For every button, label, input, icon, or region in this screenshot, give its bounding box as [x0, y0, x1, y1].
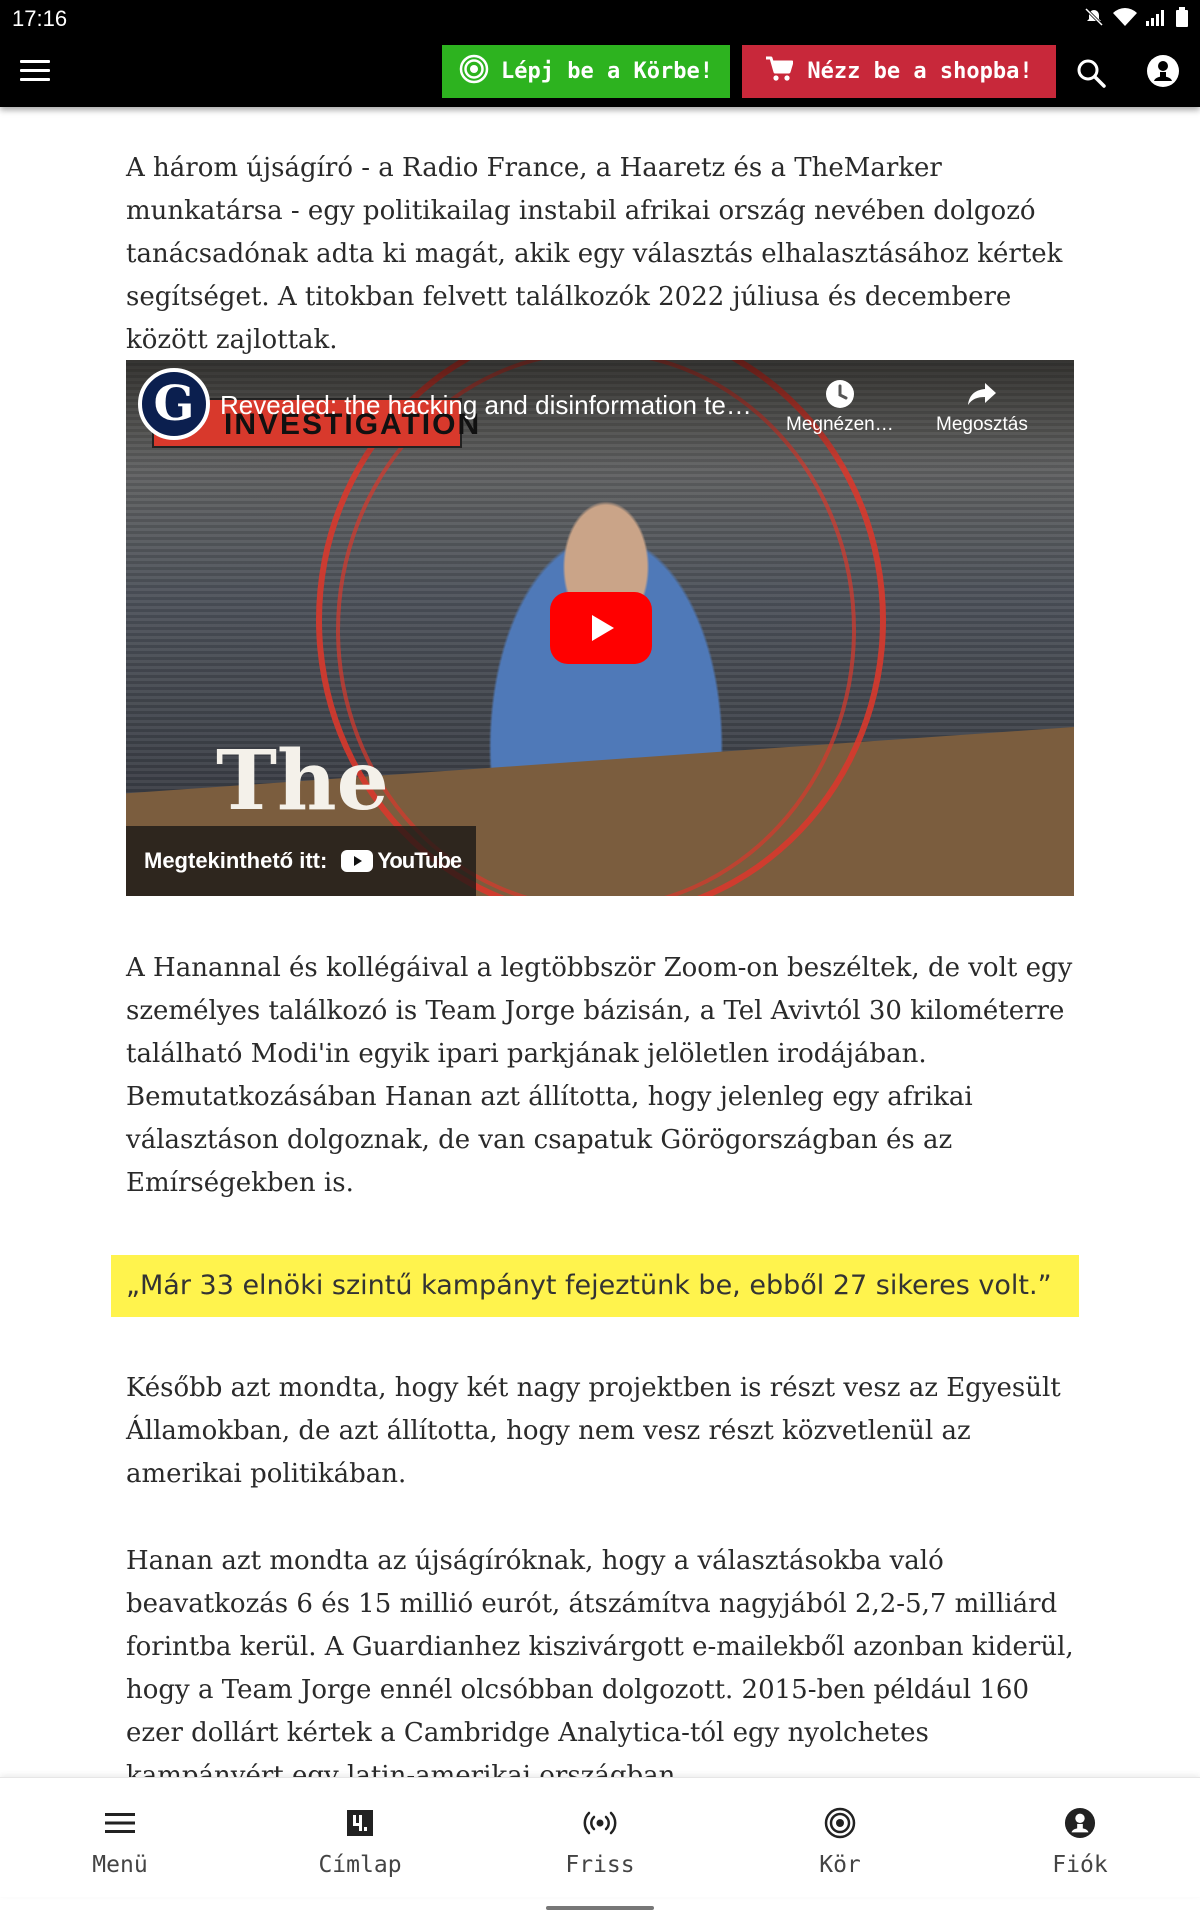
target-icon — [823, 1806, 857, 1840]
bottom-navigation: Menü Címlap Friss Kör Fiók — [0, 1777, 1200, 1897]
search-icon[interactable] — [1075, 57, 1107, 89]
korbe-login-button[interactable]: Lépj be a Körbe! — [442, 45, 730, 98]
account-icon — [1063, 1806, 1097, 1840]
pull-quote: „Már 33 elnöki szintű kampányt fejeztünk… — [111, 1255, 1079, 1317]
menu-hamburger-icon[interactable] — [20, 60, 50, 82]
nav-item-menu[interactable]: Menü — [0, 1778, 240, 1897]
share-icon — [966, 378, 998, 410]
nav-item-latest[interactable]: Friss — [480, 1778, 720, 1897]
watch-on-label: Megtekinthető itt: — [144, 848, 328, 873]
nav-label: Fiók — [1052, 1852, 1108, 1878]
article-paragraph: A három újságíró - a Radio France, a Haa… — [126, 153, 1063, 355]
nav-label: Friss — [565, 1852, 635, 1878]
nav-item-home[interactable]: Címlap — [240, 1778, 480, 1897]
home-indicator[interactable] — [546, 1906, 654, 1910]
target-icon — [459, 54, 489, 90]
cart-icon — [765, 56, 794, 88]
play-icon — [592, 615, 614, 641]
wifi-icon — [1112, 7, 1138, 31]
share-label: Megosztás — [936, 414, 1028, 435]
watch-later-label: Megnézen… — [786, 414, 894, 435]
clock-icon — [824, 378, 856, 410]
youtube-play-icon — [341, 850, 374, 872]
signal-icon — [1146, 8, 1168, 30]
nav-label: Kör — [819, 1852, 861, 1878]
article-paragraph: A Hanannal és kollégáival a legtöbbször … — [126, 953, 1073, 1198]
status-bar: 17:16 — [0, 0, 1200, 37]
article-paragraph: Később azt mondta, hogy két nagy projekt… — [126, 1373, 1061, 1489]
nav-label: Menü — [92, 1852, 148, 1878]
status-icons — [1084, 7, 1188, 31]
shop-label: Nézz be a shopba! — [807, 59, 1033, 84]
shop-button[interactable]: Nézz be a shopba! — [742, 45, 1056, 98]
broadcast-icon — [583, 1806, 617, 1840]
nav-label: Címlap — [318, 1852, 402, 1878]
logo-icon — [343, 1806, 377, 1840]
battery-icon — [1176, 7, 1188, 31]
youtube-wordmark: YouTube — [377, 848, 462, 873]
watch-on-youtube-link[interactable]: Megtekinthető itt: YouTube — [126, 826, 476, 896]
status-time: 17:16 — [12, 6, 68, 31]
video-title[interactable]: Revealed: the hacking and disinformation… — [220, 390, 780, 421]
account-icon[interactable] — [1146, 54, 1180, 88]
brand-overlay: The — [216, 733, 389, 829]
nav-item-circle[interactable]: Kör — [720, 1778, 960, 1897]
mute-icon — [1084, 7, 1104, 31]
watch-later-button[interactable]: Megnézen… — [786, 378, 894, 436]
app-header: Lépj be a Körbe! Nézz be a shopba! — [0, 37, 1200, 107]
hamburger-icon — [103, 1806, 137, 1840]
youtube-logo: YouTube — [341, 848, 462, 874]
embedded-video[interactable]: INVESTIGATION G Revealed: the hacking an… — [126, 360, 1074, 896]
korbe-login-label: Lépj be a Körbe! — [501, 59, 713, 84]
play-button[interactable] — [550, 592, 652, 664]
nav-item-account[interactable]: Fiók — [960, 1778, 1200, 1897]
channel-logo[interactable]: G — [138, 368, 210, 440]
share-button[interactable]: Megosztás — [936, 378, 1028, 436]
